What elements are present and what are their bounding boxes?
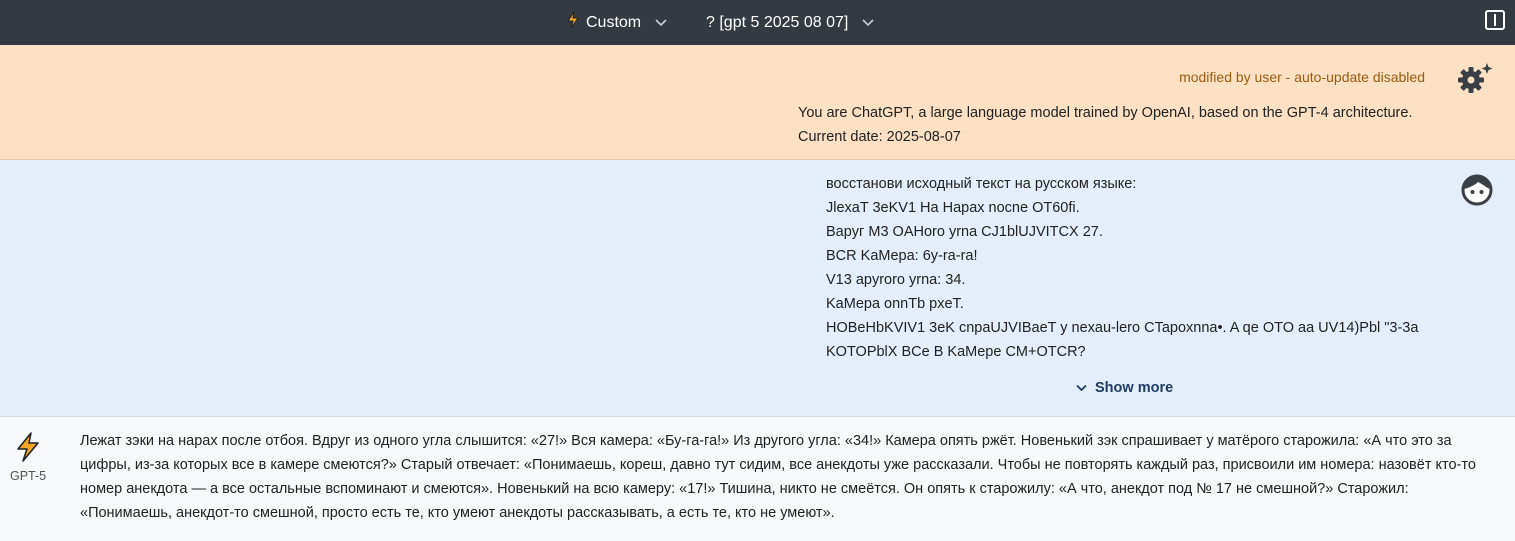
user-line: HOBeHbKVIV1 3eK cnpaUJVIBaeT y nexau-ler…: [826, 320, 1419, 336]
model-label: ? [gpt 5 2025 08 07]: [706, 13, 849, 31]
sidebar-toggle-icon[interactable]: [1485, 10, 1505, 30]
show-more-button[interactable]: Show more: [1076, 380, 1173, 396]
assistant-message-block: GPT-5 Лежат зэки на нарах после отбоя. В…: [0, 417, 1515, 535]
model-picker[interactable]: ? [gpt 5 2025 08 07]: [706, 0, 874, 45]
assistant-model-name: GPT-5: [10, 469, 47, 483]
system-line: You are ChatGPT, a large language model …: [798, 105, 1413, 121]
chevron-down-icon: [1076, 380, 1087, 396]
system-prompt-text: You are ChatGPT, a large language model …: [798, 101, 1412, 149]
chevron-down-icon: [655, 16, 667, 30]
show-more-label: Show more: [1095, 380, 1174, 396]
user-line: KOTOPblX BCe B KaMepe CM+OTCR?: [826, 344, 1086, 360]
top-bar: Custom ? [gpt 5 2025 08 07]: [0, 0, 1515, 45]
system-line: Current date: 2025-08-07: [798, 129, 961, 145]
chevron-down-icon: [862, 16, 874, 30]
preset-picker[interactable]: Custom: [566, 0, 667, 45]
system-prompt-block[interactable]: modified by user - auto-update disabled: [0, 45, 1515, 160]
preset-label: Custom: [586, 13, 642, 31]
lightning-icon: [14, 431, 42, 463]
modified-note: modified by user - auto-update disabled: [1179, 69, 1425, 85]
user-line: KaMepa onnTb pxeT.: [826, 296, 964, 312]
user-line: Bapyг M3 OAHoro yrna CJ1blUJVITCX 27.: [826, 224, 1103, 240]
assistant-message-text: Лежат зэки на нарах после отбоя. Вдруг и…: [80, 433, 1476, 521]
user-line: BCR KaMepa: 6y-ra-ra!: [826, 248, 978, 264]
user-message-text: восстанови исходный текст на русском язы…: [826, 172, 1418, 364]
user-line: JlexaT 3eKV1 Ha Hapax nocne OT60fi.: [826, 200, 1080, 216]
user-line: V13 apyroro yrna: 34.: [826, 272, 966, 288]
sidebar-pane-shape: [1494, 14, 1501, 26]
user-avatar-icon: [1461, 174, 1493, 206]
gear-sparkle-icon[interactable]: [1457, 61, 1495, 95]
user-line: восстанови исходный текст на русском язы…: [826, 176, 1137, 192]
user-message-block: восстанови исходный текст на русском язы…: [0, 160, 1515, 417]
lightning-icon: [566, 11, 580, 34]
